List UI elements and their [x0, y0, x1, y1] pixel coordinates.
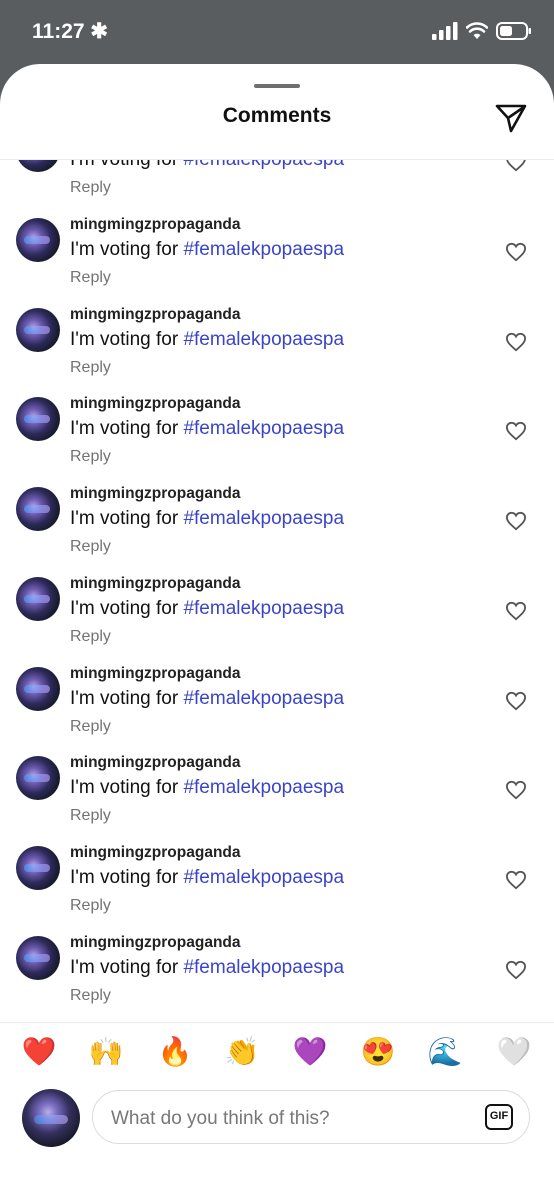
comment-text: I'm voting for #femalekpopaespa	[70, 160, 344, 171]
comment-text: I'm voting for #femalekpopaespa	[70, 957, 344, 979]
emoji-reaction[interactable]: 🙌	[86, 1032, 126, 1072]
sheet-grabber[interactable]	[254, 84, 300, 88]
status-time-text: 11:27	[32, 20, 85, 43]
comment-row: mingmingzpropaganda I'm voting for #femal…	[0, 274, 554, 376]
like-heart-icon[interactable]	[505, 780, 527, 800]
emoji-reaction[interactable]: 🌊	[425, 1032, 465, 1072]
comment-username[interactable]: mingmingzpropaganda	[70, 934, 245, 952]
comment-avatar[interactable]	[16, 935, 60, 980]
comment-hashtag[interactable]: #femalekpopaespa	[183, 329, 344, 350]
comment-body: I'm voting for	[70, 418, 184, 440]
comment-body: I'm voting for	[70, 328, 184, 350]
comment-body: I'm voting for	[70, 777, 184, 799]
comment-hashtag[interactable]: #femalekpopaespa	[183, 160, 344, 170]
comment-row: mingmingzpropaganda I'm voting for #femal…	[0, 543, 554, 645]
status-bar: 11:27 ✱	[0, 0, 554, 66]
comment-hashtag[interactable]: #femalekpopaespa	[183, 867, 344, 888]
comment-text: I'm voting for #femalekpopaespa	[70, 239, 344, 261]
comment-hashtag[interactable]: #femalekpopaespa	[183, 957, 344, 978]
comment-username[interactable]: mingmingzpropaganda	[70, 575, 245, 593]
comment-text: I'm voting for #femalekpopaespa	[70, 418, 344, 440]
like-heart-icon[interactable]	[505, 332, 527, 352]
comment-avatar[interactable]	[16, 756, 60, 801]
sheet-title: Comments	[222, 104, 332, 127]
my-avatar	[22, 1089, 80, 1147]
comment-text: I'm voting for #femalekpopaespa	[70, 598, 344, 620]
signal-icon	[432, 22, 458, 40]
comment-body: I'm voting for	[70, 866, 184, 888]
comment-text: I'm voting for #femalekpopaespa	[70, 688, 344, 710]
comment-username[interactable]: mingmingzpropaganda	[70, 844, 245, 862]
comment-composer[interactable]: GIF	[92, 1090, 530, 1144]
comment-hashtag[interactable]: #femalekpopaespa	[183, 239, 344, 260]
share-button[interactable]	[494, 102, 528, 134]
comment-row: mingmingzpropagandaI'm voting for #femal…	[0, 160, 554, 196]
comment-avatar[interactable]	[16, 845, 60, 890]
comment-text: I'm voting for #femalekpopaespa	[70, 329, 344, 351]
like-heart-icon[interactable]	[505, 421, 527, 441]
comment-hashtag[interactable]: #femalekpopaespa	[183, 508, 344, 529]
like-heart-icon[interactable]	[505, 242, 527, 262]
like-heart-icon[interactable]	[505, 960, 527, 980]
gif-button[interactable]: GIF	[485, 1104, 513, 1130]
comment-body: I'm voting for	[70, 508, 184, 530]
comment-username[interactable]: mingmingzpropaganda	[70, 395, 245, 413]
send-icon	[495, 104, 527, 133]
comment-hashtag[interactable]: #femalekpopaespa	[183, 598, 344, 619]
comment-body: I'm voting for	[70, 239, 184, 260]
comment-hashtag[interactable]: #femalekpopaespa	[183, 777, 344, 798]
comment-avatar[interactable]	[16, 307, 60, 352]
comment-text: I'm voting for #femalekpopaespa	[70, 777, 344, 799]
comment-username[interactable]: mingmingzpropaganda	[70, 665, 245, 683]
status-time: 11:27 ✱	[32, 19, 108, 44]
emoji-reaction[interactable]: 😍	[358, 1032, 398, 1072]
comment-username[interactable]: mingmingzpropaganda	[70, 485, 245, 503]
emoji-reaction[interactable]: 🔥	[155, 1032, 195, 1072]
comments-list[interactable]: mingmingzpropaganda I'm voting for #femal…	[0, 160, 554, 1022]
like-heart-icon[interactable]	[505, 870, 527, 890]
comment-row: mingmingzpropaganda I'm voting for #femal…	[0, 722, 554, 824]
comment-username[interactable]: mingmingzpropaganda	[70, 216, 245, 234]
comment-body: I'm voting for	[70, 956, 184, 978]
comment-row: mingmingzpropaganda I'm voting for #femal…	[0, 902, 554, 1004]
comment-body: I'm voting for	[70, 687, 184, 709]
emoji-reaction[interactable]: 💜	[290, 1032, 330, 1072]
comment-username[interactable]: mingmingzpropaganda	[70, 306, 245, 324]
emoji-quick-reactions: ❤️ 🙌 🔥 👏 💜 😍 🌊 🤍	[0, 1032, 554, 1076]
wifi-icon	[466, 22, 488, 39]
comment-avatar[interactable]	[16, 666, 60, 711]
emoji-reaction[interactable]: ❤️	[19, 1032, 59, 1072]
battery-icon	[496, 22, 531, 40]
comment-body: I'm voting for	[70, 160, 183, 170]
comment-input[interactable]	[109, 1103, 473, 1135]
comment-avatar[interactable]	[16, 218, 60, 262]
comment-row: mingmingzpropaganda I'm voting for #femal…	[0, 363, 554, 465]
comment-avatar[interactable]	[16, 160, 60, 172]
like-heart-icon[interactable]	[505, 160, 527, 172]
comment-hashtag[interactable]: #femalekpopaespa	[183, 688, 344, 709]
emoji-reaction[interactable]: 🤍	[494, 1032, 534, 1072]
comment-row: mingmingzpropaganda I'm voting for #femal…	[0, 184, 554, 286]
comment-row: mingmingzpropaganda I'm voting for #femal…	[0, 453, 554, 555]
emoji-reaction[interactable]: 👏	[222, 1032, 262, 1072]
comment-username[interactable]: mingmingzpropaganda	[70, 754, 245, 772]
comment-body: I'm voting for	[70, 597, 184, 619]
emoji-divider	[0, 1022, 554, 1023]
like-heart-icon[interactable]	[505, 691, 527, 711]
comment-text: I'm voting for #femalekpopaespa	[70, 508, 344, 530]
comment-text: I'm voting for #femalekpopaespa	[70, 867, 344, 889]
like-heart-icon[interactable]	[505, 601, 527, 621]
comment-avatar[interactable]	[16, 397, 60, 442]
comment-row: mingmingzpropaganda I'm voting for #femal…	[0, 633, 554, 735]
comments-sheet: Comments mingmingzpropaganda I'm voting f…	[0, 64, 554, 1199]
asterisk-icon: ✱	[90, 20, 109, 43]
comment-avatar[interactable]	[16, 487, 60, 532]
comment-avatar[interactable]	[16, 576, 60, 621]
like-heart-icon[interactable]	[505, 511, 527, 531]
reply-button[interactable]: Reply	[70, 987, 111, 1005]
comment-hashtag[interactable]: #femalekpopaespa	[183, 418, 344, 439]
comment-row: mingmingzpropaganda I'm voting for #femal…	[0, 812, 554, 914]
status-icons	[432, 22, 532, 40]
